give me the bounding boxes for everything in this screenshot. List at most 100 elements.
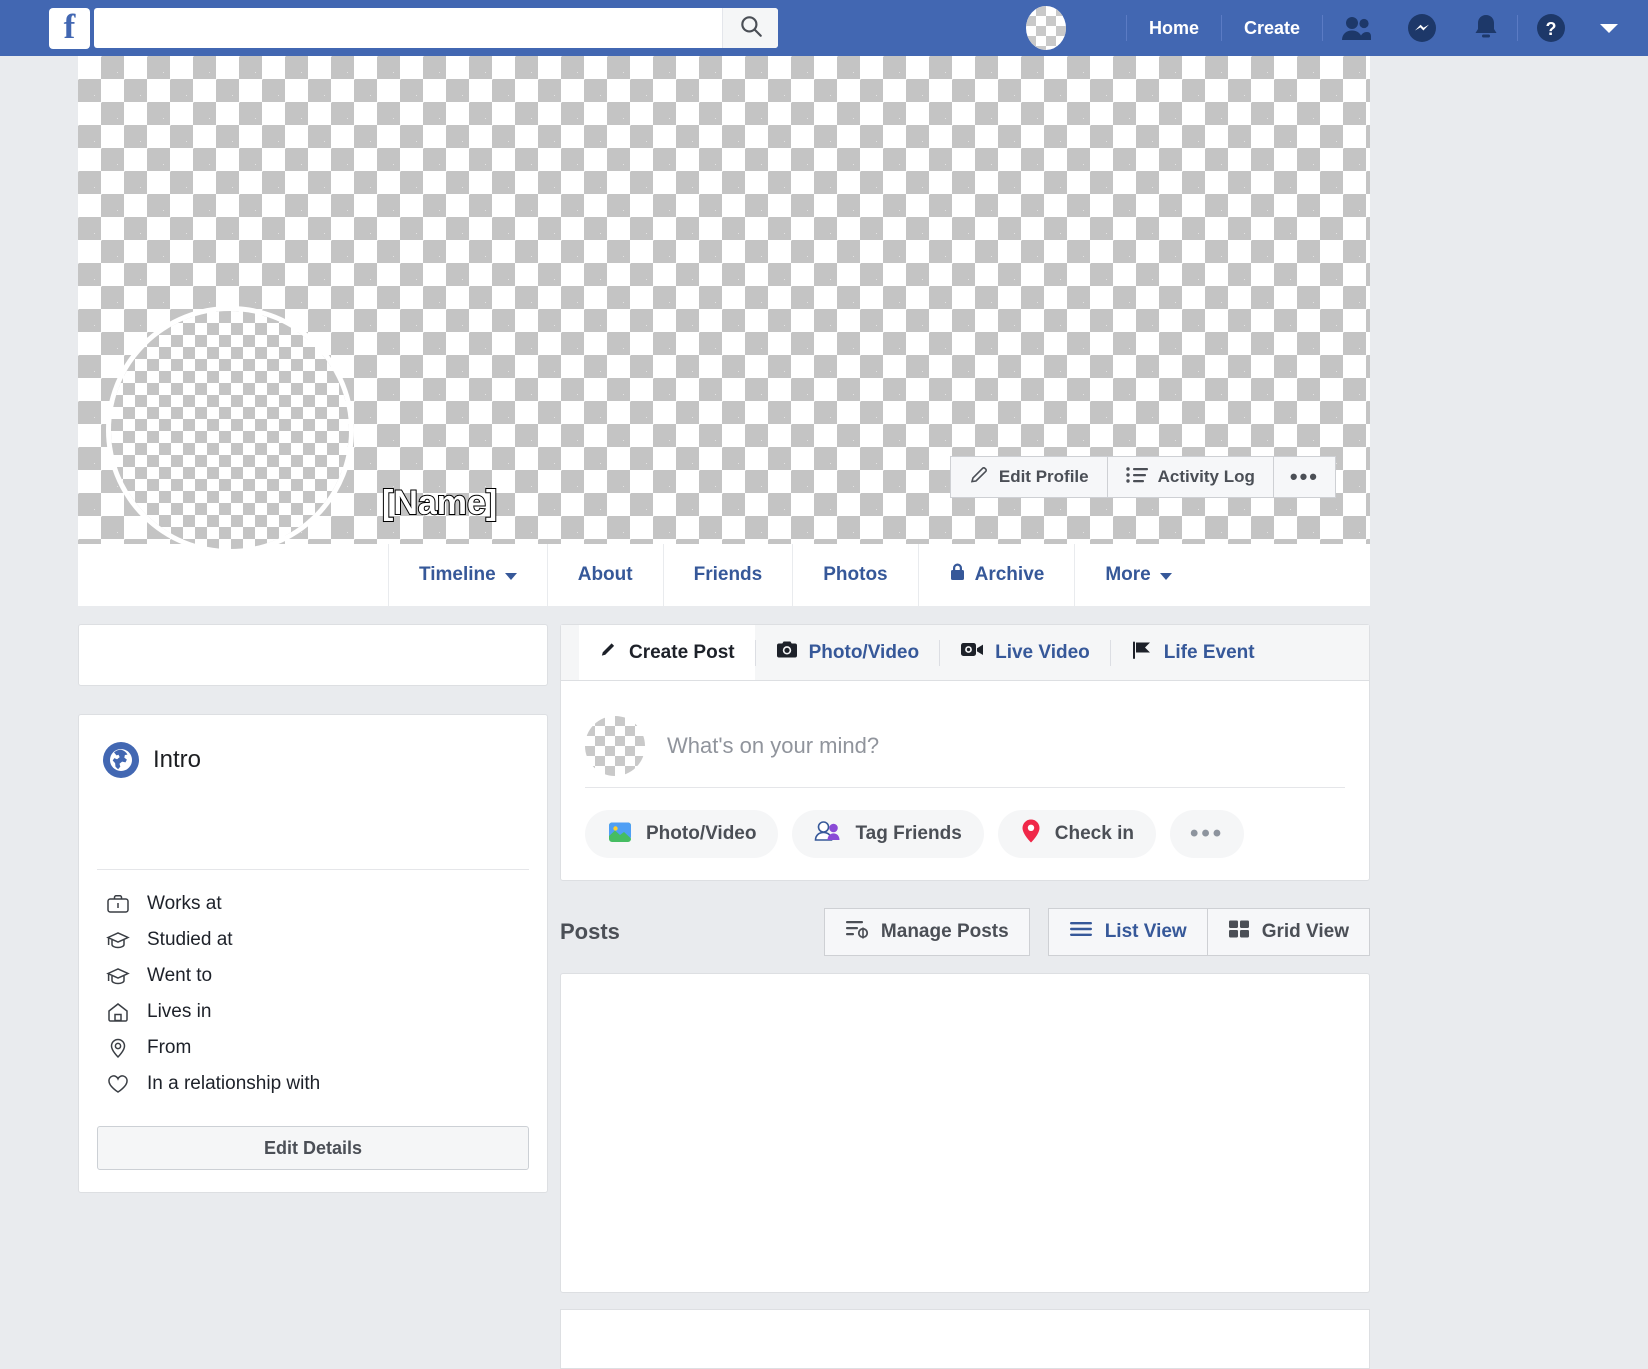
intro-item-studied-at[interactable]: Studied at (79, 922, 547, 958)
cover-action-buttons: Edit Profile Activity Log ••• (950, 456, 1336, 498)
graduation-cap-icon (105, 965, 131, 987)
posts-feed-area (560, 973, 1370, 1293)
messenger-icon[interactable] (1389, 13, 1455, 43)
nav-right-group: Home Create ? (1026, 0, 1648, 56)
post-input-placeholder[interactable]: What's on your mind? (667, 733, 879, 759)
pencil-icon (599, 640, 618, 665)
grid-view-label: Grid View (1262, 921, 1349, 943)
activity-log-button[interactable]: Activity Log (1108, 456, 1274, 498)
search-icon (738, 13, 764, 44)
account-dropdown-caret[interactable] (1600, 24, 1618, 33)
blank-card (78, 624, 548, 686)
check-in-button[interactable]: Check in (998, 810, 1156, 858)
list-view-button[interactable]: List View (1048, 908, 1208, 956)
profile-picture[interactable] (106, 306, 354, 554)
intro-item-relationship[interactable]: In a relationship with (79, 1066, 547, 1102)
posts-section-title: Posts (560, 919, 620, 945)
nav-link-create[interactable]: Create (1222, 18, 1322, 39)
posts-view-controls: Manage Posts List View (824, 908, 1370, 956)
photo-icon (607, 819, 633, 849)
tab-live-video-label: Live Video (995, 642, 1090, 664)
intro-item-label: Went to (147, 965, 212, 987)
intro-item-label: Works at (147, 893, 222, 915)
notifications-icon[interactable] (1455, 13, 1517, 43)
lock-icon (949, 562, 966, 588)
photo-video-label: Photo/Video (646, 823, 756, 845)
manage-posts-button[interactable]: Manage Posts (824, 908, 1030, 956)
posts-toolbar: Posts Manage Posts (560, 907, 1370, 957)
tab-live-video[interactable]: Live Video (940, 625, 1110, 680)
intro-header: Intro (79, 739, 547, 781)
grid-view-button[interactable]: Grid View (1208, 908, 1370, 956)
intro-item-went-to[interactable]: Went to (79, 958, 547, 994)
friend-requests-icon[interactable] (1323, 15, 1389, 41)
composer-input-row[interactable]: What's on your mind? (561, 681, 1369, 787)
tag-friends-button[interactable]: Tag Friends (792, 810, 983, 858)
avatar[interactable] (1026, 6, 1066, 50)
tab-life-event-label: Life Event (1164, 642, 1255, 664)
main-content-column: Create Post Photo/Video (560, 624, 1370, 1369)
tag-friends-icon (814, 819, 842, 849)
intro-card: Intro Works at (78, 714, 548, 1193)
page-body: [Name] Edit Profile Activ (0, 56, 1648, 1242)
posts-feed-area-secondary (560, 1309, 1370, 1369)
more-options-button[interactable]: ••• (1274, 456, 1336, 498)
tab-archive-label: Archive (975, 564, 1045, 586)
composer-tab-row: Create Post Photo/Video (561, 625, 1369, 681)
intro-item-works-at[interactable]: Works at (79, 886, 547, 922)
location-pin-icon (105, 1037, 131, 1059)
page-title: [Name] (382, 484, 497, 523)
graduation-cap-icon (105, 929, 131, 951)
live-video-icon (960, 640, 984, 665)
tab-create-post[interactable]: Create Post (579, 625, 755, 680)
profile-tab-bar: Timeline About Friends Photos Archive (78, 544, 1370, 606)
help-icon[interactable]: ? (1518, 13, 1584, 43)
activity-log-label: Activity Log (1158, 467, 1255, 487)
intro-bio-empty (79, 781, 547, 869)
intro-item-label: Studied at (147, 929, 233, 951)
tab-timeline-label: Timeline (419, 564, 496, 586)
tab-about[interactable]: About (547, 544, 663, 606)
intro-item-label: Lives in (147, 1001, 211, 1023)
tab-timeline[interactable]: Timeline (388, 544, 547, 606)
tab-archive[interactable]: Archive (918, 544, 1075, 606)
tab-more[interactable]: More (1074, 544, 1201, 606)
more-options-button[interactable]: ••• (1170, 810, 1244, 858)
camera-icon (776, 640, 798, 665)
intro-item-label: In a relationship with (147, 1073, 320, 1095)
search-input[interactable] (94, 8, 722, 48)
nav-link-home[interactable]: Home (1127, 18, 1221, 39)
facebook-logo[interactable]: f (49, 8, 90, 49)
tab-photo-video[interactable]: Photo/Video (756, 625, 939, 680)
tab-more-label: More (1105, 564, 1150, 586)
left-sidebar: Intro Works at (78, 624, 548, 1193)
check-in-label: Check in (1055, 823, 1134, 845)
manage-posts-icon (845, 919, 869, 945)
intro-item-from[interactable]: From (79, 1030, 547, 1066)
chevron-down-icon (1160, 573, 1172, 580)
profile-cover-card: [Name] Edit Profile Activ (78, 56, 1370, 606)
home-icon (105, 1001, 131, 1023)
edit-profile-button[interactable]: Edit Profile (950, 456, 1108, 498)
photo-video-button[interactable]: Photo/Video (585, 810, 778, 858)
search-button[interactable] (722, 8, 778, 48)
search-bar (94, 8, 778, 48)
tab-life-event[interactable]: Life Event (1111, 625, 1275, 680)
intro-item-label: From (147, 1037, 191, 1059)
edit-profile-label: Edit Profile (999, 467, 1089, 487)
pencil-icon (969, 465, 989, 490)
tab-friends[interactable]: Friends (663, 544, 793, 606)
manage-posts-label: Manage Posts (881, 921, 1009, 943)
list-view-icon (1069, 920, 1093, 944)
edit-details-button[interactable]: Edit Details (97, 1126, 529, 1170)
avatar (585, 716, 645, 776)
tab-friends-label: Friends (694, 564, 763, 586)
composer-action-row: Photo/Video Tag Friends (561, 788, 1369, 880)
list-icon (1126, 466, 1148, 489)
svg-text:?: ? (1546, 19, 1557, 39)
globe-icon (103, 742, 139, 778)
tab-photos[interactable]: Photos (792, 544, 917, 606)
intro-item-lives-in[interactable]: Lives in (79, 994, 547, 1030)
flag-icon (1131, 640, 1153, 666)
intro-title: Intro (153, 746, 201, 774)
